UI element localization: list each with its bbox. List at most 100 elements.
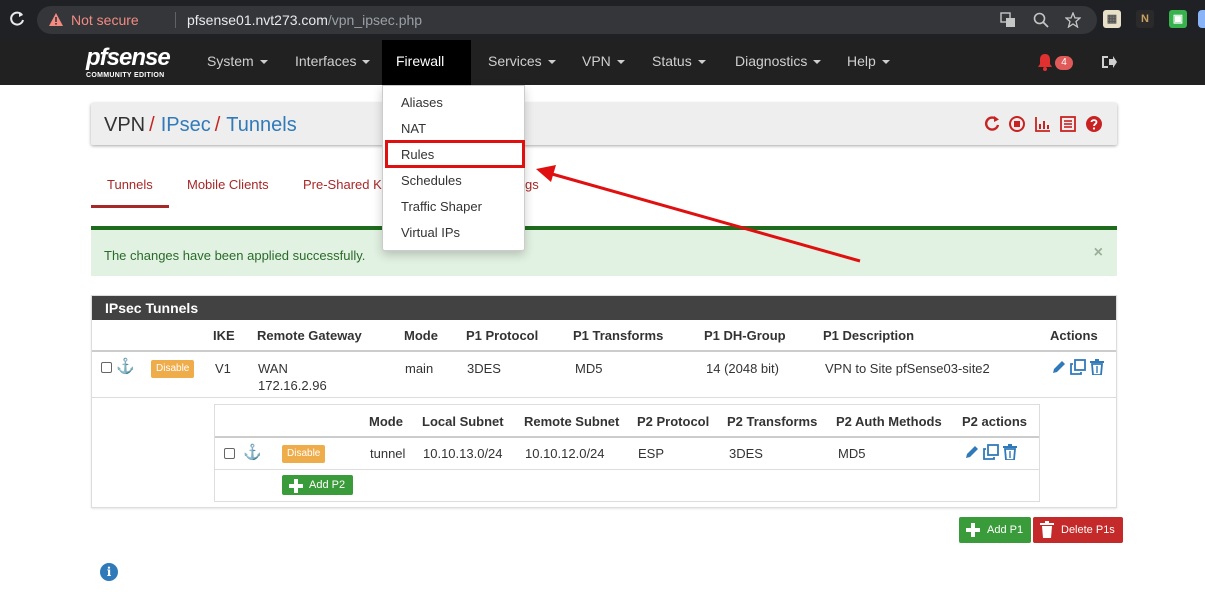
- tab-tunnels[interactable]: Tunnels: [91, 170, 169, 208]
- breadcrumb-panel: VPN / IPsec / Tunnels: [91, 103, 1117, 145]
- chevron-down-icon: [813, 60, 822, 65]
- col-remote-subnet: Remote Subnet: [524, 414, 620, 429]
- pfsense-logo[interactable]: pfsense COMMUNITY EDITION: [86, 44, 186, 82]
- url-text[interactable]: pfsense01.nvt273.com/vpn_ipsec.php: [187, 12, 422, 28]
- pencil-icon[interactable]: [1051, 359, 1067, 375]
- p1-checkbox[interactable]: [101, 362, 112, 373]
- trash-icon: [1040, 521, 1054, 538]
- p2-auth: MD5: [838, 446, 866, 461]
- alert-message: The changes have been applied successful…: [104, 248, 366, 263]
- translate-icon[interactable]: [1000, 12, 1016, 28]
- chevron-down-icon: [259, 60, 268, 65]
- breadcrumb-actions: [979, 115, 1104, 135]
- p2-row-divider: [215, 469, 1039, 470]
- p1-gateway-ip: 172.16.2.96: [258, 378, 327, 393]
- p2-disable-button[interactable]: Disable: [282, 445, 326, 463]
- col-ike: IKE: [213, 328, 235, 343]
- add-p1-label: Add P1: [987, 524, 1024, 536]
- p1-description: VPN to Site pfSense03-site2: [825, 361, 990, 376]
- p2-transforms: 3DES: [729, 446, 763, 461]
- tab-mobile-clients[interactable]: Mobile Clients: [171, 170, 285, 208]
- p2-protocol: ESP: [638, 446, 665, 461]
- col-local-subnet: Local Subnet: [422, 414, 504, 429]
- menu-item-nat[interactable]: NAT: [383, 116, 524, 142]
- chevron-down-icon: [362, 60, 371, 65]
- breadcrumb-tunnels[interactable]: Tunnels: [226, 114, 296, 136]
- anchor-icon[interactable]: ⚓: [116, 359, 135, 375]
- p1-gateway-iface: WAN: [258, 361, 288, 376]
- reload-icon[interactable]: [8, 10, 26, 28]
- panel-title: IPsec Tunnels: [92, 296, 1116, 320]
- copy-icon[interactable]: [1070, 359, 1086, 375]
- menu-item-aliases[interactable]: Aliases: [383, 90, 524, 116]
- p1-disable-button[interactable]: Disable: [151, 360, 195, 378]
- col-p2-protocol: P2 Protocol: [637, 414, 710, 429]
- nav-firewall[interactable]: Firewall: [382, 40, 471, 108]
- chevron-down-icon: [697, 60, 706, 65]
- p2-checkbox[interactable]: [224, 448, 235, 459]
- col-actions: Actions: [1050, 328, 1098, 343]
- p1-transforms: MD5: [575, 361, 603, 376]
- anchor-icon[interactable]: ⚓: [243, 445, 262, 461]
- extension-green-icon[interactable]: ▣: [1169, 10, 1187, 28]
- breadcrumb-separator: /: [214, 114, 221, 136]
- copy-icon[interactable]: [983, 444, 999, 460]
- menu-item-traffic-shaper[interactable]: Traffic Shaper: [383, 194, 524, 220]
- p2-remote-subnet: 10.10.12.0/24: [525, 446, 605, 461]
- extension-n-icon[interactable]: N: [1136, 10, 1154, 28]
- browser-toolbar: Not secure pfsense01.nvt273.com/vpn_ipse…: [0, 0, 1205, 40]
- delete-p1s-label: Delete P1s: [1061, 524, 1115, 536]
- url-path: /vpn_ipsec.php: [327, 12, 423, 28]
- restart-icon[interactable]: [983, 115, 1001, 133]
- p2-header-divider: [215, 436, 1039, 438]
- nav-status[interactable]: Status: [638, 40, 720, 85]
- menu-item-virtual-ips[interactable]: Virtual IPs: [383, 220, 524, 246]
- plus-icon: [289, 479, 303, 493]
- bookmark-star-icon[interactable]: [1064, 11, 1082, 29]
- info-icon[interactable]: i: [100, 563, 118, 581]
- extension-icon[interactable]: ▦: [1103, 10, 1121, 28]
- nav-help[interactable]: Help: [833, 40, 904, 85]
- col-p1-description: P1 Description: [823, 328, 915, 343]
- chevron-down-icon: [616, 60, 625, 65]
- add-p2-button[interactable]: Add P2: [282, 475, 354, 495]
- breadcrumb-vpn: VPN: [104, 114, 146, 136]
- address-bar[interactable]: Not secure pfsense01.nvt273.com/vpn_ipse…: [37, 6, 1097, 34]
- col-p1-dh-group: P1 DH-Group: [704, 328, 786, 343]
- pencil-icon[interactable]: [964, 444, 980, 460]
- nav-services[interactable]: Services: [474, 40, 570, 85]
- nav-vpn[interactable]: VPN: [568, 40, 639, 85]
- col-p2-mode: Mode: [369, 414, 403, 429]
- header-divider: [92, 350, 1116, 352]
- warning-icon: [49, 13, 63, 26]
- chart-icon[interactable]: [1034, 115, 1052, 133]
- firewall-dropdown-menu: Aliases NAT Rules Schedules Traffic Shap…: [382, 85, 525, 251]
- success-alert: The changes have been applied successful…: [91, 226, 1117, 276]
- log-icon[interactable]: [1059, 115, 1077, 133]
- help-icon[interactable]: [1085, 115, 1103, 133]
- add-p1-button[interactable]: Add P1: [959, 517, 1032, 543]
- col-mode: Mode: [404, 328, 438, 343]
- breadcrumb-ipsec[interactable]: IPsec: [161, 114, 211, 136]
- menu-item-schedules[interactable]: Schedules: [383, 168, 524, 194]
- zoom-icon[interactable]: [1033, 12, 1049, 28]
- logout-icon[interactable]: [1100, 53, 1118, 71]
- bell-icon[interactable]: [1037, 53, 1053, 71]
- trash-icon[interactable]: [1089, 359, 1105, 375]
- chevron-down-icon: [881, 60, 890, 65]
- p1-protocol: 3DES: [467, 361, 501, 376]
- breadcrumb: VPN / IPsec / Tunnels: [104, 114, 297, 137]
- p1-mode: main: [405, 361, 434, 376]
- stop-icon[interactable]: [1008, 115, 1026, 133]
- delete-p1s-button[interactable]: Delete P1s: [1033, 517, 1123, 543]
- p1-dh-group: 14 (2048 bit): [706, 361, 779, 376]
- profile-icon[interactable]: [1198, 10, 1205, 28]
- annotation-highlight-box: [385, 140, 525, 168]
- nav-system[interactable]: System: [193, 40, 282, 85]
- close-icon[interactable]: ×: [1094, 244, 1103, 262]
- trash-icon[interactable]: [1002, 444, 1018, 460]
- nav-interfaces[interactable]: Interfaces: [281, 40, 384, 85]
- nav-diagnostics[interactable]: Diagnostics: [721, 40, 835, 85]
- security-label[interactable]: Not secure: [71, 12, 139, 28]
- notification-badge[interactable]: 4: [1055, 56, 1073, 70]
